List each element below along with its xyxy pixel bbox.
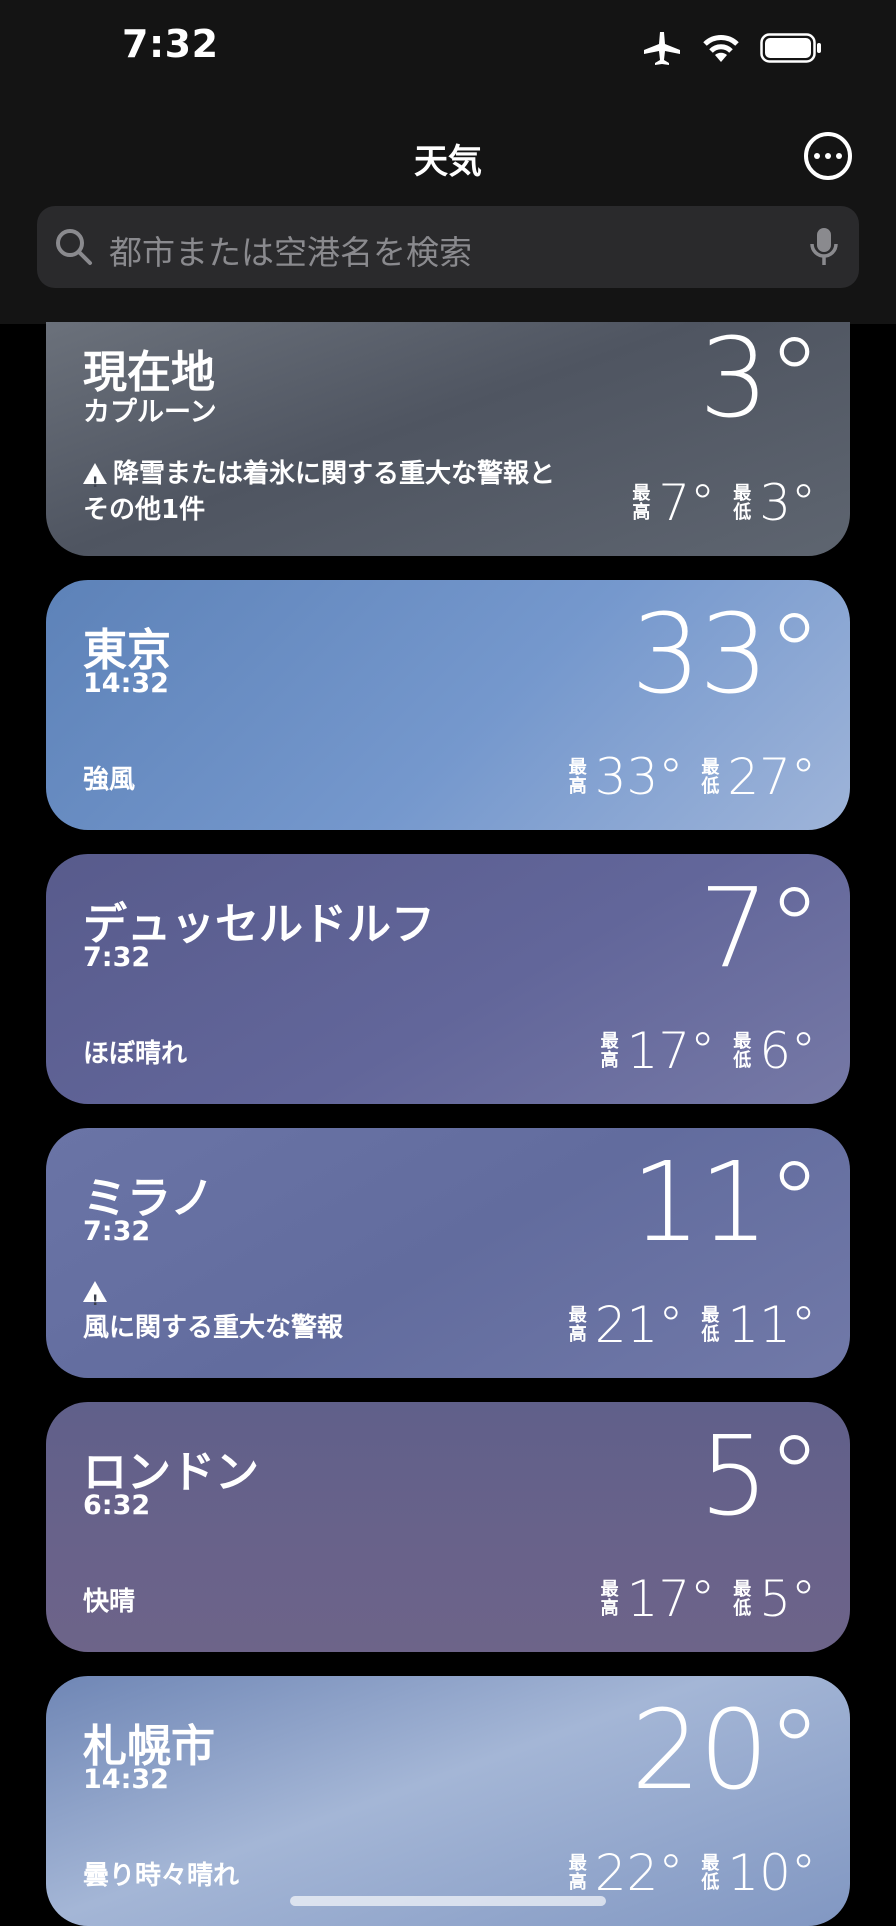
low-temp: 5°: [759, 1570, 816, 1628]
status-time: 7:32: [122, 22, 219, 66]
high-temp: 17°: [626, 1570, 716, 1628]
card-subtitle: カプルーン: [83, 397, 217, 428]
weather-card-london[interactable]: ロンドン 6:32 5° 快晴 最高 17° 最低 5°: [46, 1402, 850, 1652]
high-temp: 7°: [658, 474, 716, 532]
card-condition: 降雪または着氷に関する重大な警報と その他1件: [83, 456, 555, 528]
weather-card-milan[interactable]: ミラノ 7:32 11° 風に関する重大な警報 最高 21° 最低 11°: [46, 1128, 850, 1378]
card-high-low: 最高 17° 最低 6°: [601, 1022, 816, 1080]
card-subtitle: 6:32: [83, 1490, 151, 1521]
card-subtitle: 7:32: [83, 942, 151, 973]
card-high-low: 最高 21° 最低 11°: [569, 1296, 816, 1354]
weather-card-tokyo[interactable]: 東京 14:32 33° 強風 最高 33° 最低 27°: [46, 580, 850, 830]
card-condition: 風に関する重大な警報: [83, 1274, 343, 1346]
low-label: 最低: [733, 1579, 752, 1619]
card-high-low: 最高 7° 最低 3°: [632, 474, 816, 532]
high-temp: 17°: [626, 1022, 716, 1080]
high-temp: 21°: [594, 1296, 684, 1354]
low-temp: 3°: [759, 474, 816, 532]
card-condition: 快晴: [83, 1587, 136, 1617]
low-label: 最低: [701, 1305, 720, 1345]
card-high-low: 最高 17° 最低 5°: [601, 1570, 816, 1628]
home-indicator[interactable]: [290, 1896, 606, 1906]
card-temperature: 3°: [699, 322, 822, 442]
low-temp: 27°: [727, 748, 816, 806]
high-label: 最高: [600, 1031, 619, 1071]
low-temp: 10°: [727, 1844, 816, 1902]
low-temp: 11°: [727, 1296, 816, 1354]
card-temperature: 33°: [631, 590, 822, 718]
card-subtitle: 7:32: [83, 1216, 151, 1247]
low-temp: 6°: [759, 1022, 816, 1080]
battery-icon: [760, 33, 821, 63]
high-label: 最高: [632, 483, 651, 523]
low-label: 最低: [733, 483, 752, 523]
card-temperature: 5°: [699, 1412, 822, 1540]
weather-card-dusseldorf[interactable]: デュッセルドルフ 7:32 7° ほぼ晴れ 最高 17° 最低 6°: [46, 854, 850, 1104]
weather-card-current-location[interactable]: 現在地 カプルーン 3° 降雪または着氷に関する重大な警報と その他1件 最高 …: [46, 322, 850, 556]
card-temperature: 11°: [631, 1138, 822, 1266]
wifi-icon: [703, 35, 739, 62]
card-condition: 曇り時々晴れ: [83, 1861, 240, 1891]
low-label: 最低: [733, 1031, 752, 1071]
header: 天気 都市または空港名を検索: [0, 100, 896, 324]
mic-icon[interactable]: [809, 226, 839, 268]
search-placeholder: 都市または空港名を検索: [109, 233, 472, 272]
card-subtitle: 14:32: [83, 668, 169, 699]
card-subtitle: 14:32: [83, 1764, 169, 1795]
card-high-low: 最高 22° 最低 10°: [569, 1844, 816, 1902]
more-options-button[interactable]: [804, 132, 852, 180]
page-title: 天気: [414, 142, 482, 182]
card-condition: ほぼ晴れ: [83, 1039, 188, 1069]
low-label: 最低: [701, 757, 720, 797]
search-field[interactable]: 都市または空港名を検索: [37, 206, 859, 288]
card-high-low: 最高 33° 最低 27°: [569, 748, 816, 806]
high-temp: 33°: [594, 748, 684, 806]
low-label: 最低: [701, 1853, 720, 1893]
high-label: 最高: [568, 757, 587, 797]
high-temp: 22°: [594, 1844, 684, 1902]
warning-icon: [83, 1281, 107, 1319]
ellipsis-icon: [814, 153, 820, 159]
search-icon: [56, 229, 92, 265]
warning-icon: [83, 463, 107, 501]
card-condition: 強風: [83, 765, 136, 795]
status-icons: [642, 30, 822, 66]
weather-card-sapporo[interactable]: 札幌市 14:32 20° 曇り時々晴れ 最高 22° 最低 10°: [46, 1676, 850, 1926]
airplane-icon: [644, 32, 680, 65]
status-bar: 7:32: [0, 0, 896, 100]
high-label: 最高: [568, 1853, 587, 1893]
high-label: 最高: [600, 1579, 619, 1619]
high-label: 最高: [568, 1305, 587, 1345]
card-temperature: 20°: [631, 1686, 822, 1814]
card-temperature: 7°: [699, 864, 822, 992]
